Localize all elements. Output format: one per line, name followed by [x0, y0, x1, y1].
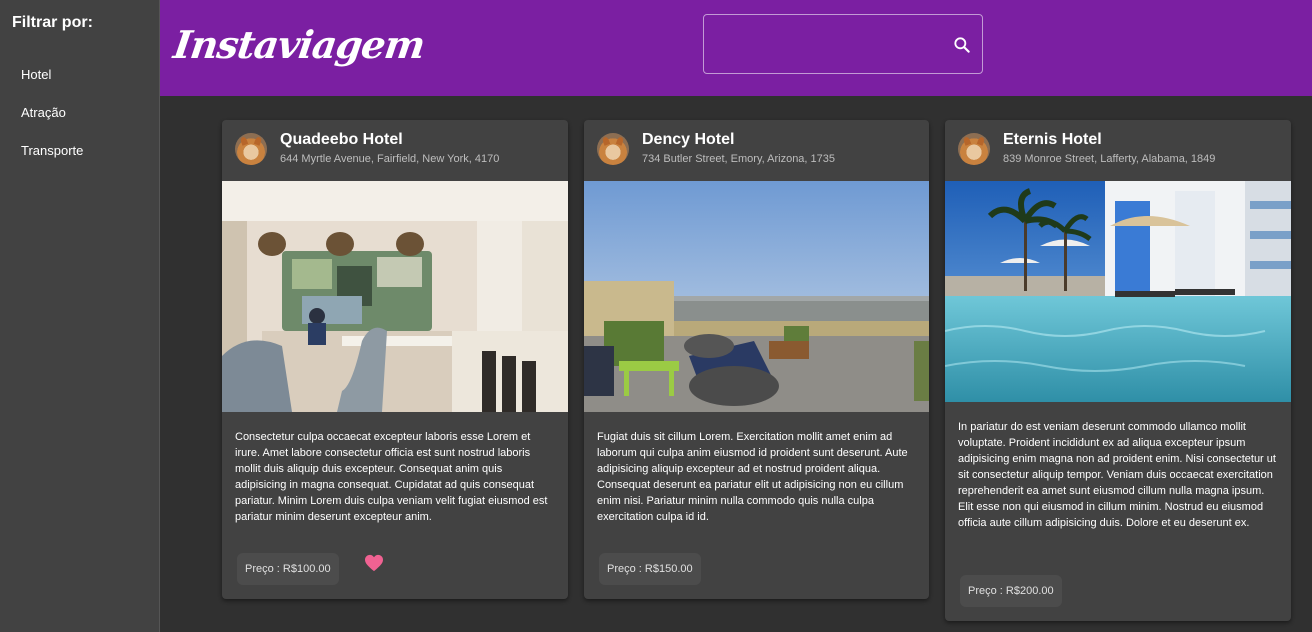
search-input[interactable]: [714, 29, 944, 61]
sidebar-item-transporte[interactable]: Transporte: [0, 131, 159, 169]
card-description: Consectetur culpa occaecat excepteur lab…: [235, 431, 548, 523]
avatar: [958, 133, 990, 165]
hotel-card: Dency Hotel 734 Butler Street, Emory, Ar…: [584, 120, 929, 599]
avatar: [235, 133, 267, 165]
card-address: 734 Butler Street, Emory, Arizona, 1735: [642, 153, 836, 165]
price-chip: Preço : R$150.00: [599, 553, 701, 585]
card-title: Eternis Hotel: [1003, 131, 1102, 148]
app-header: Instaviagem: [160, 0, 1312, 96]
search-button[interactable]: [950, 33, 974, 57]
price-chip: Preço : R$200.00: [960, 575, 1062, 607]
avatar: [597, 133, 629, 165]
hotel-lobby-photo: [222, 181, 568, 412]
hotel-image: [584, 181, 929, 412]
sidebar-item-atracao[interactable]: Atração: [0, 93, 159, 131]
app-logo[interactable]: Instaviagem: [171, 22, 427, 67]
card-description: In pariatur do est veniam deserunt commo…: [958, 421, 1276, 529]
pool-palms-photo: [945, 181, 1291, 402]
card-title: Dency Hotel: [642, 131, 735, 148]
hotel-image: [945, 181, 1291, 402]
card-description: Fugiat duis sit cillum Lorem. Exercitati…: [597, 431, 908, 523]
card-address: 644 Myrtle Avenue, Fairfield, New York, …: [280, 153, 500, 165]
favorite-heart-icon[interactable]: [364, 554, 384, 572]
card-title: Quadeebo Hotel: [280, 131, 403, 148]
card-address: 839 Monroe Street, Lafferty, Alabama, 18…: [1003, 153, 1216, 165]
hotel-image: [222, 181, 568, 412]
price-chip: Preço : R$100.00: [237, 553, 339, 585]
search-box: [703, 14, 983, 74]
search-icon: [954, 37, 970, 53]
filter-title: Filtrar por:: [12, 14, 93, 31]
sidebar-item-hotel[interactable]: Hotel: [0, 55, 159, 93]
filter-sidebar: Filtrar por: Hotel Atração Transporte: [0, 0, 160, 632]
rooftop-terrace-photo: [584, 181, 929, 412]
hotel-card: Eternis Hotel 839 Monroe Street, Laffert…: [945, 120, 1291, 621]
hotel-card: Quadeebo Hotel 644 Myrtle Avenue, Fairfi…: [222, 120, 568, 599]
